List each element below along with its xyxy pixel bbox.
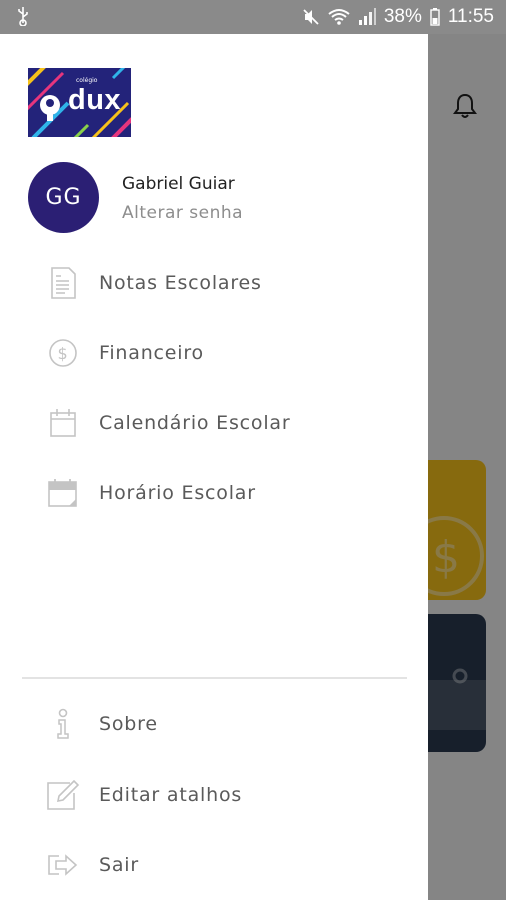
info-icon xyxy=(46,707,80,741)
logout-icon xyxy=(46,848,80,882)
menu-item-label: Sair xyxy=(99,854,139,876)
change-password-link[interactable]: Alterar senha xyxy=(122,203,243,223)
menu-item-editar-atalhos[interactable]: Editar atalhos xyxy=(0,765,428,825)
menu-divider xyxy=(22,677,407,679)
edit-icon xyxy=(46,778,80,812)
svg-text:colégio: colégio xyxy=(76,77,98,84)
dollar-icon: $ xyxy=(46,336,80,370)
menu-item-sobre[interactable]: Sobre xyxy=(0,694,428,754)
status-bar: 38% 11:55 xyxy=(0,0,506,34)
signal-icon xyxy=(358,8,376,26)
menu-item-label: Financeiro xyxy=(99,342,204,364)
logo-text: dux xyxy=(68,84,122,116)
battery-percent: 38% xyxy=(383,6,422,27)
calendar-icon xyxy=(46,406,80,440)
menu-item-label: Notas Escolares xyxy=(99,272,262,294)
menu-item-label: Calendário Escolar xyxy=(99,412,291,434)
mute-icon xyxy=(302,8,320,26)
schedule-icon xyxy=(46,476,80,510)
menu-item-financeiro[interactable]: $ Financeiro xyxy=(0,323,428,383)
menu-item-calendario-escolar[interactable]: Calendário Escolar xyxy=(0,393,428,453)
menu-item-sair[interactable]: Sair xyxy=(0,835,428,895)
wifi-icon xyxy=(328,8,350,26)
svg-text:$: $ xyxy=(58,344,68,363)
battery-icon xyxy=(430,8,440,26)
menu-item-label: Horário Escolar xyxy=(99,482,256,504)
dux-logo: colégio dux xyxy=(28,68,131,137)
menu-item-label: Sobre xyxy=(99,713,158,735)
user-name: Gabriel Guiar xyxy=(122,174,235,194)
avatar[interactable]: GG xyxy=(28,162,99,233)
menu-item-notas-escolares[interactable]: Notas Escolares xyxy=(0,253,428,313)
clock: 11:55 xyxy=(447,6,494,27)
navigation-drawer: colégio dux GG Gabriel Guiar Alterar sen… xyxy=(0,34,428,900)
report-card-icon xyxy=(46,266,80,300)
usb-icon xyxy=(16,6,30,26)
menu-item-horario-escolar[interactable]: Horário Escolar xyxy=(0,463,428,523)
menu-item-label: Editar atalhos xyxy=(99,784,243,806)
